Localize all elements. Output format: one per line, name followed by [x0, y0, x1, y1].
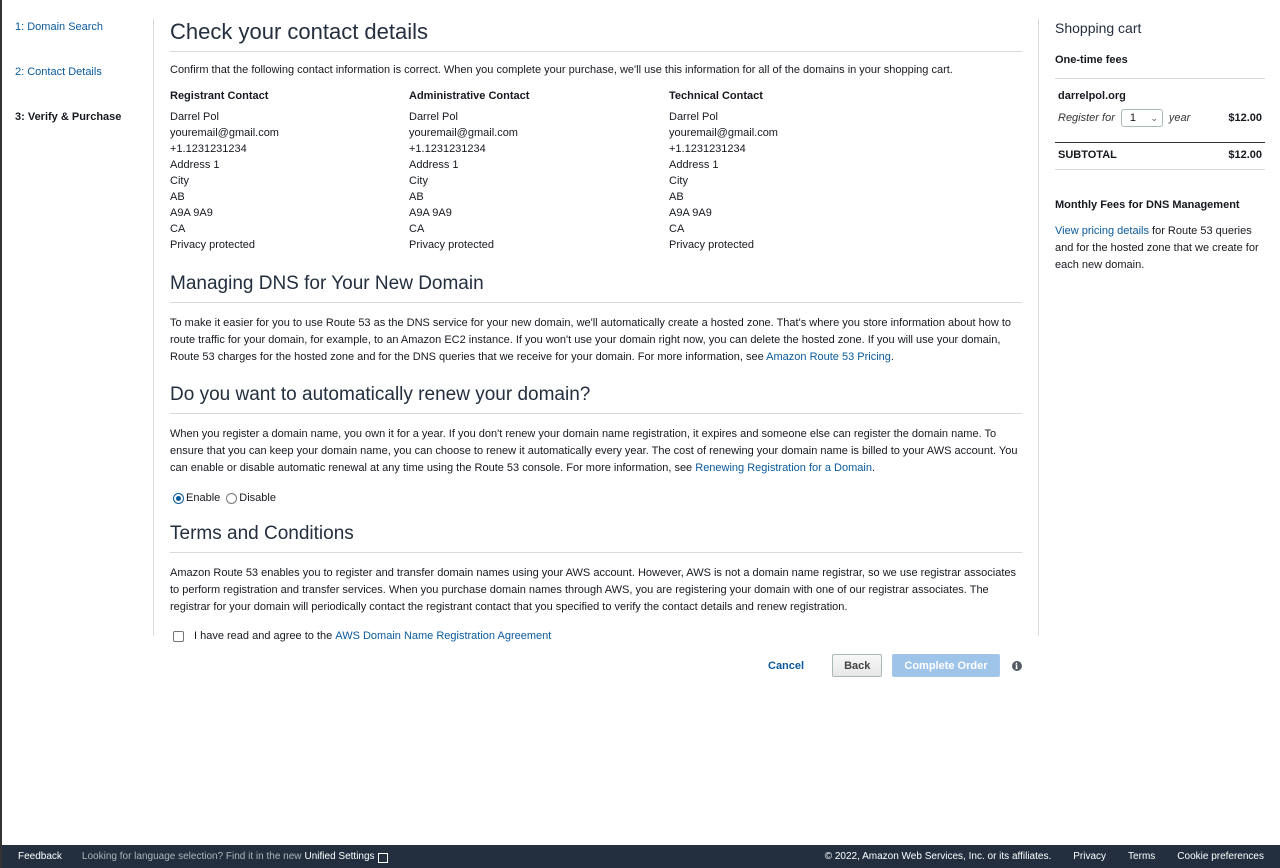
cart-domain: darrelpol.org — [1058, 90, 1126, 102]
registrant-contact-title: Registrant Contact — [170, 90, 269, 102]
register-for-label: Register for — [1058, 112, 1115, 124]
registrant-contact: Registrant Contact Darrel Pol youremail@… — [170, 88, 409, 253]
dns-section-title: Managing DNS for Your New Domain — [170, 272, 1022, 303]
renew-section-text: When you register a domain name, you own… — [170, 426, 1022, 477]
contact-country: CA — [170, 223, 186, 235]
step-domain-search[interactable]: 1: Domain Search — [15, 21, 150, 66]
privacy-link[interactable]: Privacy — [1073, 851, 1106, 862]
feedback-link[interactable]: Feedback — [18, 851, 62, 862]
contact-postal: A9A 9A9 — [669, 207, 712, 219]
contact-address: Address 1 — [409, 159, 459, 171]
technical-contact-title: Technical Contact — [669, 90, 763, 102]
contact-state: AB — [409, 191, 424, 203]
contact-privacy: Privacy protected — [170, 239, 255, 251]
language-prompt: Looking for language selection? Find it … — [81, 851, 302, 862]
cookie-preferences-link[interactable]: Cookie preferences — [1177, 851, 1264, 862]
renewing-registration-link[interactable]: Renewing Registration for a Domain — [695, 462, 872, 474]
contact-address: Address 1 — [170, 159, 220, 171]
window-edge — [0, 0, 2, 868]
contact-privacy: Privacy protected — [669, 239, 754, 251]
contact-phone: +1.1231231234 — [170, 143, 247, 155]
cart-line-item: Register for 1 ⌄ year $12.00 — [1055, 108, 1265, 128]
renew-text: When you register a domain name, you own… — [170, 428, 1018, 474]
contact-email: youremail@gmail.com — [170, 127, 279, 139]
shopping-cart: Shopping cart One-time fees darrelpol.or… — [1055, 19, 1265, 274]
agree-checkbox[interactable] — [173, 630, 184, 642]
back-button[interactable]: Back — [832, 654, 883, 677]
contact-address: Address 1 — [669, 159, 719, 171]
administrative-contact-title: Administrative Contact — [409, 90, 530, 102]
footer-right: © 2022, Amazon Web Services, Inc. or its… — [825, 851, 1280, 862]
technical-contact: Technical Contact Darrel Pol youremail@g… — [669, 88, 919, 253]
year-label: year — [1168, 112, 1191, 124]
external-link-icon — [377, 852, 388, 863]
page-title: Check your contact details — [170, 19, 1022, 52]
main-content: Check your contact details Confirm that … — [170, 19, 1022, 642]
contact-email: youremail@gmail.com — [409, 127, 518, 139]
contact-phone: +1.1231231234 — [409, 143, 486, 155]
dns-suffix: . — [890, 351, 894, 363]
terms-section-title: Terms and Conditions — [170, 522, 1022, 553]
step-contact-details[interactable]: 2: Contact Details — [15, 66, 150, 111]
terms-text: Amazon Route 53 enables you to register … — [170, 567, 1016, 613]
contact-city: City — [409, 175, 428, 187]
line-price: $12.00 — [1228, 112, 1262, 124]
view-pricing-link[interactable]: View pricing details — [1055, 225, 1149, 237]
enable-radio[interactable] — [173, 492, 184, 504]
monthly-fees-text: View pricing details for Route 53 querie… — [1055, 223, 1265, 274]
complete-order-button[interactable]: Complete Order — [892, 654, 1000, 677]
contact-city: City — [669, 175, 688, 187]
contact-country: CA — [409, 223, 425, 235]
unified-settings-link[interactable]: Unified Settings — [305, 851, 375, 862]
renew-suffix: . — [871, 462, 876, 474]
nav-divider — [153, 19, 154, 636]
agreement-row: I have read and agree to the AWS Domain … — [170, 630, 1022, 642]
contact-name: Darrel Pol — [409, 111, 458, 123]
contact-phone: +1.1231231234 — [669, 143, 746, 155]
enable-label[interactable]: Enable — [186, 492, 220, 504]
steps-nav: 1: Domain Search 2: Contact Details 3: V… — [15, 21, 150, 156]
one-time-fees-label: One-time fees — [1055, 54, 1265, 79]
contacts-grid: Registrant Contact Darrel Pol youremail@… — [170, 88, 1022, 253]
renew-section-title: Do you want to automatically renew your … — [170, 383, 1022, 414]
contact-name: Darrel Pol — [669, 111, 718, 123]
monthly-fees-title: Monthly Fees for DNS Management — [1055, 199, 1240, 211]
dns-section-text: To make it easier for you to use Route 5… — [170, 315, 1022, 366]
registration-agreement-link[interactable]: AWS Domain Name Registration Agreement — [335, 630, 551, 642]
contact-postal: A9A 9A9 — [170, 207, 213, 219]
contact-email: youremail@gmail.com — [669, 127, 778, 139]
agree-prefix: I have read and agree to the — [194, 630, 333, 642]
auto-renew-options: Enable Disable — [170, 489, 1022, 507]
subtotal-label: SUBTOTAL — [1058, 149, 1117, 161]
disable-radio[interactable] — [226, 492, 238, 504]
contact-intro: Confirm that the following contact infor… — [170, 64, 953, 76]
subtotal-row: SUBTOTAL $12.00 — [1055, 142, 1265, 170]
years-value: 1 — [1129, 112, 1136, 124]
terms-link[interactable]: Terms — [1128, 851, 1155, 862]
contact-state: AB — [170, 191, 185, 203]
step-verify-purchase: 3: Verify & Purchase — [15, 111, 122, 123]
contact-city: City — [170, 175, 189, 187]
contact-country: CA — [669, 223, 685, 235]
route53-pricing-link[interactable]: Amazon Route 53 Pricing — [766, 351, 891, 363]
subtotal-value: $12.00 — [1228, 149, 1262, 161]
contact-state: AB — [669, 191, 684, 203]
cancel-button[interactable]: Cancel — [768, 660, 804, 672]
cart-title: Shopping cart — [1055, 20, 1142, 36]
contact-postal: A9A 9A9 — [409, 207, 452, 219]
action-bar: Cancel Back Complete Order i — [760, 654, 1022, 677]
chevron-down-icon: ⌄ — [1150, 113, 1158, 123]
console-footer: Feedback Looking for language selection?… — [2, 845, 1280, 868]
contact-privacy: Privacy protected — [409, 239, 494, 251]
contact-name: Darrel Pol — [170, 111, 219, 123]
administrative-contact: Administrative Contact Darrel Pol yourem… — [409, 88, 669, 253]
copyright-text: © 2022, Amazon Web Services, Inc. or its… — [824, 851, 1052, 862]
info-icon[interactable]: i — [1011, 660, 1022, 671]
years-select[interactable]: 1 ⌄ — [1120, 109, 1163, 127]
cart-divider — [1038, 19, 1039, 636]
disable-label[interactable]: Disable — [239, 492, 276, 504]
